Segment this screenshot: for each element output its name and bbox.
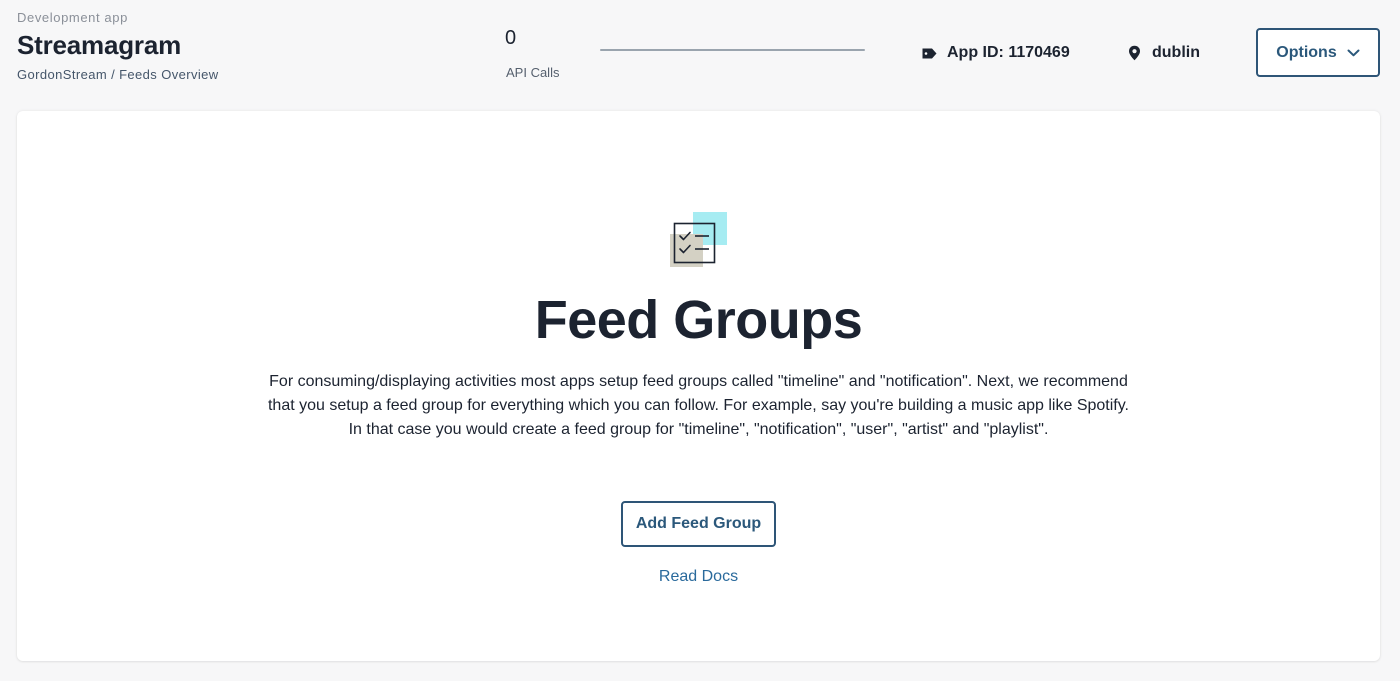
breadcrumb-org[interactable]: GordonStream [17, 67, 107, 82]
api-calls-progress-bar [600, 49, 865, 51]
api-calls-label: API Calls [506, 65, 560, 80]
add-feed-group-button[interactable]: Add Feed Group [621, 501, 776, 547]
page-header: Development app Streamagram GordonStream… [0, 0, 1400, 110]
api-calls-count: 0 [505, 27, 517, 49]
options-button[interactable]: Options [1256, 28, 1380, 77]
app-id: App ID: 1170469 [921, 44, 1070, 62]
app-type-label: Development app [17, 10, 128, 25]
app-id-text: App ID: 1170469 [947, 44, 1070, 61]
read-docs-link[interactable]: Read Docs [17, 568, 1380, 586]
breadcrumb-separator: / [111, 67, 116, 82]
checklist-icon [670, 211, 728, 271]
app-name-title: Streamagram [17, 30, 181, 60]
tag-icon [921, 47, 938, 60]
page-title: Feed Groups [534, 290, 863, 350]
breadcrumb-page: Feeds Overview [119, 67, 219, 82]
region-text: dublin [1152, 44, 1200, 61]
chevron-down-icon [1347, 49, 1360, 57]
map-pin-icon [1128, 45, 1141, 61]
options-label: Options [1276, 43, 1337, 61]
feed-groups-empty-state-card: Feed Groups For consuming/displaying act… [17, 111, 1380, 661]
region: dublin [1128, 44, 1200, 62]
feed-groups-description: For consuming/displaying activities most… [267, 373, 1129, 438]
breadcrumb: GordonStream / Feeds Overview [17, 67, 219, 82]
